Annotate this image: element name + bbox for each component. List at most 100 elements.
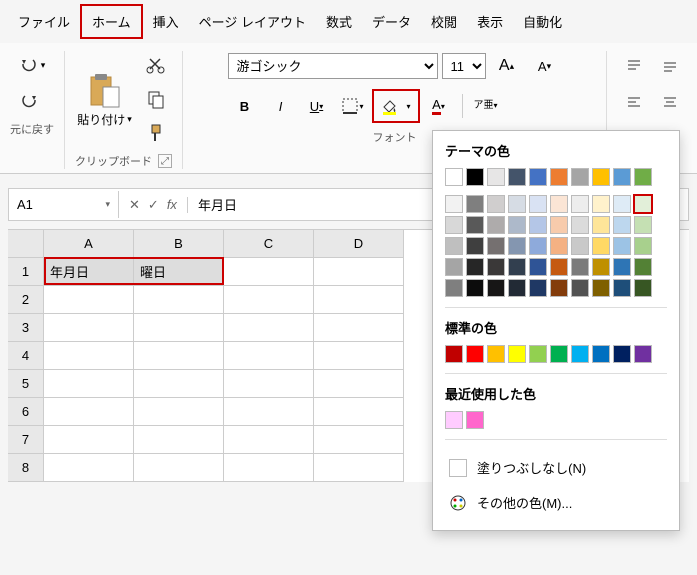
clipboard-dialog-launcher[interactable]: ⤢ (158, 154, 172, 168)
color-swatch[interactable] (445, 216, 463, 234)
cut-button[interactable] (142, 51, 170, 79)
color-swatch[interactable] (550, 258, 568, 276)
more-colors-item[interactable]: その他の色(M)... (445, 485, 667, 520)
bold-button[interactable]: B (228, 91, 262, 121)
enter-formula-button[interactable]: ✓ (148, 197, 159, 213)
color-swatch[interactable] (508, 216, 526, 234)
align-center-button[interactable] (653, 87, 687, 117)
color-swatch[interactable] (592, 279, 610, 297)
name-box[interactable]: A1▾ (9, 191, 119, 218)
fill-color-dropdown[interactable]: ▾ (402, 91, 416, 121)
decrease-font-button[interactable]: A▾ (528, 51, 562, 81)
cell-a6[interactable] (44, 398, 134, 426)
color-swatch[interactable] (466, 411, 484, 429)
color-swatch[interactable] (592, 216, 610, 234)
color-swatch[interactable] (508, 279, 526, 297)
italic-button[interactable]: I (264, 91, 298, 121)
col-header-c[interactable]: C (224, 230, 314, 258)
cell-d1[interactable] (314, 258, 404, 286)
cell-d5[interactable] (314, 370, 404, 398)
cell-c8[interactable] (224, 454, 314, 482)
cell-d8[interactable] (314, 454, 404, 482)
color-swatch[interactable] (571, 195, 589, 213)
color-swatch[interactable] (487, 168, 505, 186)
cell-c7[interactable] (224, 426, 314, 454)
color-swatch[interactable] (508, 237, 526, 255)
color-swatch[interactable] (592, 237, 610, 255)
menu-page-layout[interactable]: ページ レイアウト (189, 6, 316, 37)
color-swatch[interactable] (571, 237, 589, 255)
color-swatch[interactable] (487, 237, 505, 255)
color-swatch[interactable] (445, 237, 463, 255)
color-swatch[interactable] (529, 237, 547, 255)
cell-b6[interactable] (134, 398, 224, 426)
color-swatch[interactable] (529, 168, 547, 186)
cell-b1[interactable]: 曜日 (134, 258, 224, 286)
color-swatch[interactable] (508, 195, 526, 213)
underline-button[interactable]: U▾ (300, 91, 334, 121)
color-swatch[interactable] (550, 195, 568, 213)
undo-button[interactable]: ▾ (18, 51, 46, 79)
menu-formulas[interactable]: 数式 (316, 6, 362, 37)
redo-button[interactable] (18, 87, 46, 115)
row-header-7[interactable]: 7 (8, 426, 44, 454)
color-swatch[interactable] (487, 258, 505, 276)
menu-review[interactable]: 校閲 (421, 6, 467, 37)
color-swatch[interactable] (634, 195, 652, 213)
color-swatch[interactable] (634, 345, 652, 363)
cell-c2[interactable] (224, 286, 314, 314)
color-swatch[interactable] (634, 279, 652, 297)
color-swatch[interactable] (466, 216, 484, 234)
cancel-formula-button[interactable]: ✕ (129, 197, 140, 213)
font-color-button[interactable]: A▾ (422, 91, 456, 121)
color-swatch[interactable] (592, 168, 610, 186)
row-header-4[interactable]: 4 (8, 342, 44, 370)
menu-file[interactable]: ファイル (8, 6, 80, 37)
cell-d7[interactable] (314, 426, 404, 454)
color-swatch[interactable] (466, 168, 484, 186)
color-swatch[interactable] (613, 279, 631, 297)
cell-b4[interactable] (134, 342, 224, 370)
cell-b2[interactable] (134, 286, 224, 314)
menu-automate[interactable]: 自動化 (513, 6, 572, 37)
cell-d2[interactable] (314, 286, 404, 314)
cell-a4[interactable] (44, 342, 134, 370)
color-swatch[interactable] (592, 195, 610, 213)
row-header-6[interactable]: 6 (8, 398, 44, 426)
color-swatch[interactable] (508, 345, 526, 363)
cell-a2[interactable] (44, 286, 134, 314)
fill-color-button[interactable] (376, 91, 402, 121)
color-swatch[interactable] (508, 168, 526, 186)
copy-button[interactable] (142, 85, 170, 113)
color-swatch[interactable] (487, 345, 505, 363)
color-swatch[interactable] (550, 216, 568, 234)
color-swatch[interactable] (613, 168, 631, 186)
cell-b5[interactable] (134, 370, 224, 398)
cell-a5[interactable] (44, 370, 134, 398)
menu-data[interactable]: データ (362, 6, 421, 37)
color-swatch[interactable] (571, 168, 589, 186)
color-swatch[interactable] (445, 258, 463, 276)
row-header-1[interactable]: 1 (8, 258, 44, 286)
row-header-5[interactable]: 5 (8, 370, 44, 398)
cell-c4[interactable] (224, 342, 314, 370)
cell-c1[interactable] (224, 258, 314, 286)
color-swatch[interactable] (550, 237, 568, 255)
cell-b8[interactable] (134, 454, 224, 482)
col-header-a[interactable]: A (44, 230, 134, 258)
color-swatch[interactable] (466, 345, 484, 363)
cell-c5[interactable] (224, 370, 314, 398)
font-name-select[interactable]: 游ゴシック (228, 53, 438, 79)
color-swatch[interactable] (613, 258, 631, 276)
increase-font-button[interactable]: A▴ (490, 51, 524, 81)
color-swatch[interactable] (634, 168, 652, 186)
col-header-d[interactable]: D (314, 230, 404, 258)
row-header-3[interactable]: 3 (8, 314, 44, 342)
color-swatch[interactable] (550, 345, 568, 363)
paste-button[interactable]: 貼り付け ▾ (77, 71, 132, 128)
cell-d6[interactable] (314, 398, 404, 426)
color-swatch[interactable] (529, 279, 547, 297)
format-painter-button[interactable] (142, 119, 170, 147)
row-header-8[interactable]: 8 (8, 454, 44, 482)
cell-b7[interactable] (134, 426, 224, 454)
